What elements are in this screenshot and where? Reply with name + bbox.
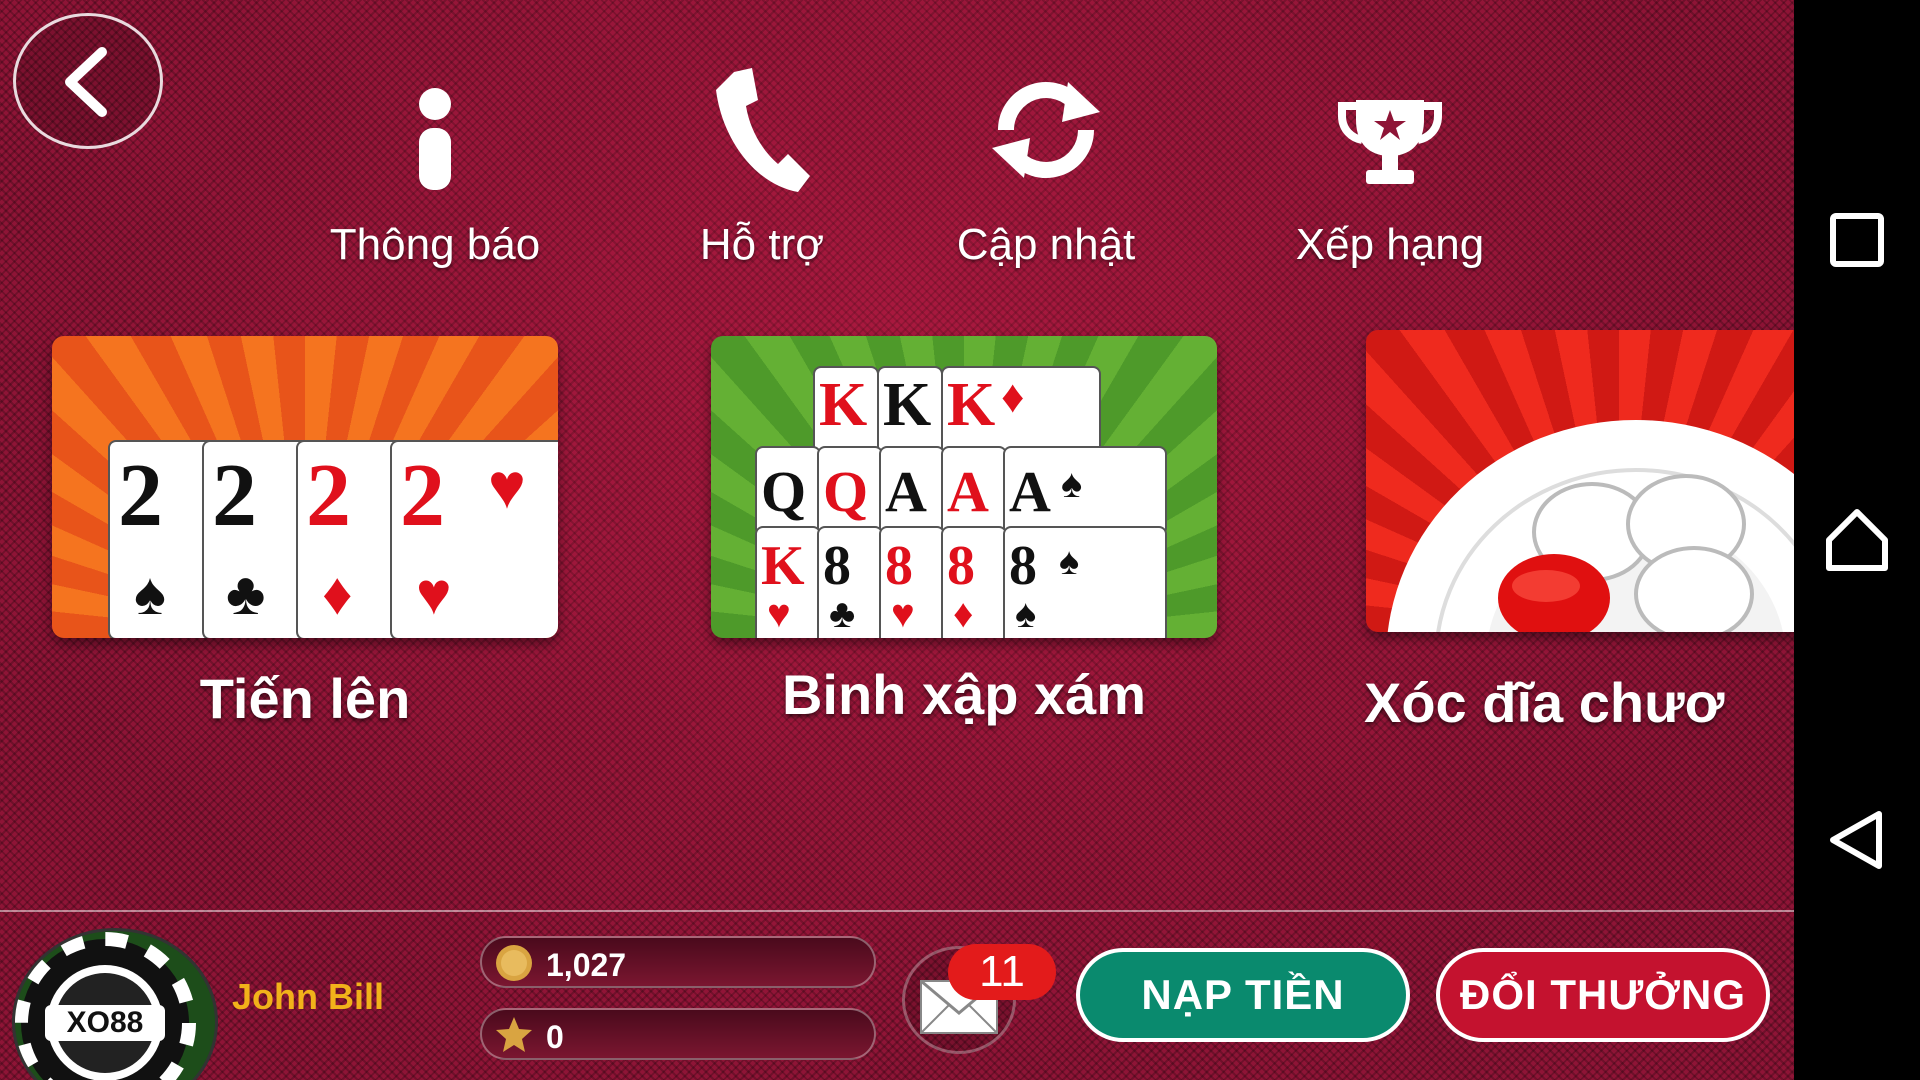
menu-update-label: Cập nhật <box>956 220 1136 269</box>
chevron-left-icon <box>65 47 107 117</box>
coin-value: 1,027 <box>546 947 627 983</box>
playing-card: 8 ♣ <box>817 526 883 638</box>
square-icon <box>1830 213 1884 267</box>
star-value: 0 <box>546 1019 564 1055</box>
refresh-icon <box>992 82 1100 178</box>
game-label-tien-len: Tiến lên <box>199 667 411 730</box>
playing-card: 8 ♦ <box>941 526 1007 638</box>
game-lobby: Thông báo Hỗ trợ Cập nhật Xếp hạng 2 ♠ 2… <box>0 0 1794 1080</box>
playing-card: 8 ♠ ♠ <box>1003 526 1167 638</box>
menu-support[interactable]: Hỗ trợ <box>642 60 882 280</box>
star-icon <box>496 1017 532 1052</box>
back-button[interactable] <box>13 13 163 149</box>
playing-card: 8 ♥ <box>879 526 945 638</box>
username: John Bill <box>232 976 384 1017</box>
menu-update[interactable]: Cập nhật <box>926 60 1166 280</box>
system-navigation-bar <box>1794 0 1920 1080</box>
playing-card: A <box>879 446 945 536</box>
playing-card: A <box>941 446 1007 536</box>
game-thumbnail-tien-len: 2 ♠ 2 ♣ 2 ♦ 2 ♥ ♥ <box>52 336 558 638</box>
nav-back-button[interactable] <box>1817 800 1897 880</box>
dice-plate-illustration <box>1387 420 1794 632</box>
bottom-bar: XO88 John Bill 1,027 0 11 NẠP TIỀN ĐỔI T… <box>0 910 1794 1080</box>
playing-card: K ♦ <box>941 366 1101 456</box>
menu-notifications-label: Thông báo <box>329 220 541 269</box>
game-thumbnail-xoc-dia <box>1366 330 1794 632</box>
triangle-back-icon <box>1830 811 1882 869</box>
home-icon <box>1826 509 1888 571</box>
deposit-button[interactable]: NẠP TIỀN <box>1076 948 1410 1042</box>
phone-icon <box>716 68 810 192</box>
playing-card: Q <box>755 446 821 536</box>
menu-ranking-label: Xếp hạng <box>1295 220 1485 269</box>
redeem-button[interactable]: ĐỔI THƯỞNG <box>1436 948 1770 1042</box>
menu-ranking[interactable]: Xếp hạng <box>1270 60 1510 280</box>
avatar-logo-text: XO88 <box>67 1006 144 1039</box>
coin-icon <box>496 945 532 981</box>
game-label-binh-xap-xam: Binh xập xám <box>781 663 1147 726</box>
trophy-icon <box>1338 100 1442 184</box>
star-balance: 0 <box>480 1008 876 1060</box>
game-thumbnail-binh-xap-xam: K K K ♦ Q Q A A A ♠ K ♥ 8 ♣ 8 ♥ 8 ♦ 8 ♠ … <box>711 336 1217 638</box>
menu-notifications[interactable]: Thông báo <box>315 60 555 280</box>
playing-card: K <box>813 366 879 456</box>
recent-apps-button[interactable] <box>1817 200 1897 280</box>
playing-card: 2 ♥ ♥ <box>390 440 558 638</box>
coin-balance: 1,027 <box>480 936 876 988</box>
poker-chip-logo: XO88 <box>15 932 196 1080</box>
mail-count-badge: 11 <box>948 944 1056 1000</box>
home-button[interactable] <box>1817 500 1897 580</box>
playing-card: K ♥ <box>755 526 821 638</box>
menu-support-label: Hỗ trợ <box>699 220 825 269</box>
game-label-xoc-dia: Xóc đĩa chươ <box>1364 671 1725 734</box>
playing-card: Q <box>817 446 883 536</box>
avatar[interactable]: XO88 <box>12 928 218 1080</box>
playing-card: K <box>877 366 943 456</box>
info-icon <box>419 88 451 190</box>
playing-card: A ♠ <box>1003 446 1167 536</box>
